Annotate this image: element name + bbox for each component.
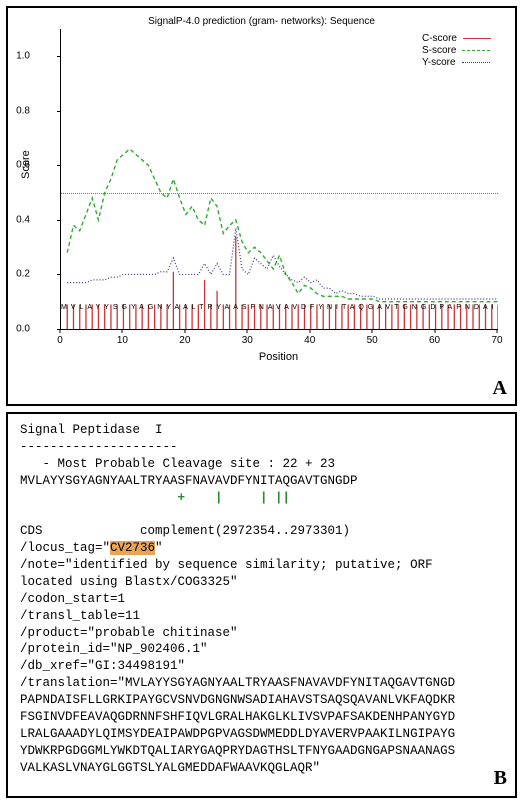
chart-area: C-score S-score Y-score MVLAYYSGYAGNYAAL… [60, 29, 497, 379]
sp-marks: + | | || [20, 491, 290, 505]
sp-cleavage: - Most Probable Cleavage site : 22 + 23 [20, 457, 335, 471]
panel-b-label: B [494, 765, 507, 792]
cds-note1: /note="identified by sequence similarity… [20, 558, 433, 572]
panel-a-label: A [493, 377, 507, 400]
trans-5: VALKASLVNAYGLGGTSLYALGMEDDAFWAAVKQGLAQR" [20, 761, 320, 775]
cds-db-xref: /db_xref="GI:34498191" [20, 659, 185, 673]
trans-2: FSGINVDFEAVAQGDRNNFSHFIQVLGRALHAKGLKLIVS… [20, 710, 455, 724]
sp-peptide: MVLAYYSGYAGNYAALTRYAASFNAVAVDFYNITAQGAVT… [20, 474, 358, 488]
cds-line: CDS complement(2972354..2973301) [20, 524, 350, 538]
trans-4: YDWKRPGDGGMLYWKDTQALIARYGAQPRYDAGTHSLTFN… [20, 744, 455, 758]
cds-transl-table: /transl_table=11 [20, 609, 140, 623]
panel-b: Signal Peptidase I ---------------------… [6, 412, 517, 798]
locus-tag-value: CV2736 [110, 541, 155, 555]
plot-box: MVLAYYSGYAGNYAALTRYAASFNAVAVDFYNITAQGAVT… [60, 29, 498, 330]
cds-codon-start: /codon_start=1 [20, 592, 125, 606]
trans-3: LRALGAAADYLQIMSYDEAIPAWDPGPVAGSDWMEDDLDY… [20, 727, 455, 741]
cds-product: /product="probable chitinase" [20, 626, 238, 640]
trans-1: PAPNDAISFLLGRKIPAYGCVSNVDGNGNWSADIAHAVST… [20, 693, 455, 707]
sequence-band: MVLAYYSGYAGNYAALTRYAASFNAVAVDFYNITAQGAVT… [61, 304, 498, 311]
sp-header: Signal Peptidase I [20, 423, 163, 437]
chart-title: SignalP-4.0 prediction (gram- networks):… [18, 16, 505, 27]
cds-protein-id: /protein_id="NP_902406.1" [20, 642, 208, 656]
sp-divider: --------------------- [20, 440, 178, 454]
y-axis-label: Score [20, 150, 32, 179]
chart-svg [61, 29, 498, 329]
cds-note2: located using Blastx/COG3325" [20, 575, 238, 589]
locus-tag-suffix: " [155, 541, 163, 555]
x-axis-label: Position [259, 351, 298, 363]
panel-a: SignalP-4.0 prediction (gram- networks):… [6, 6, 517, 406]
locus-tag-prefix: /locus_tag=" [20, 541, 110, 555]
trans-0: /translation="MVLAYYSGYAGNYAALTRYAASFNAV… [20, 676, 455, 690]
